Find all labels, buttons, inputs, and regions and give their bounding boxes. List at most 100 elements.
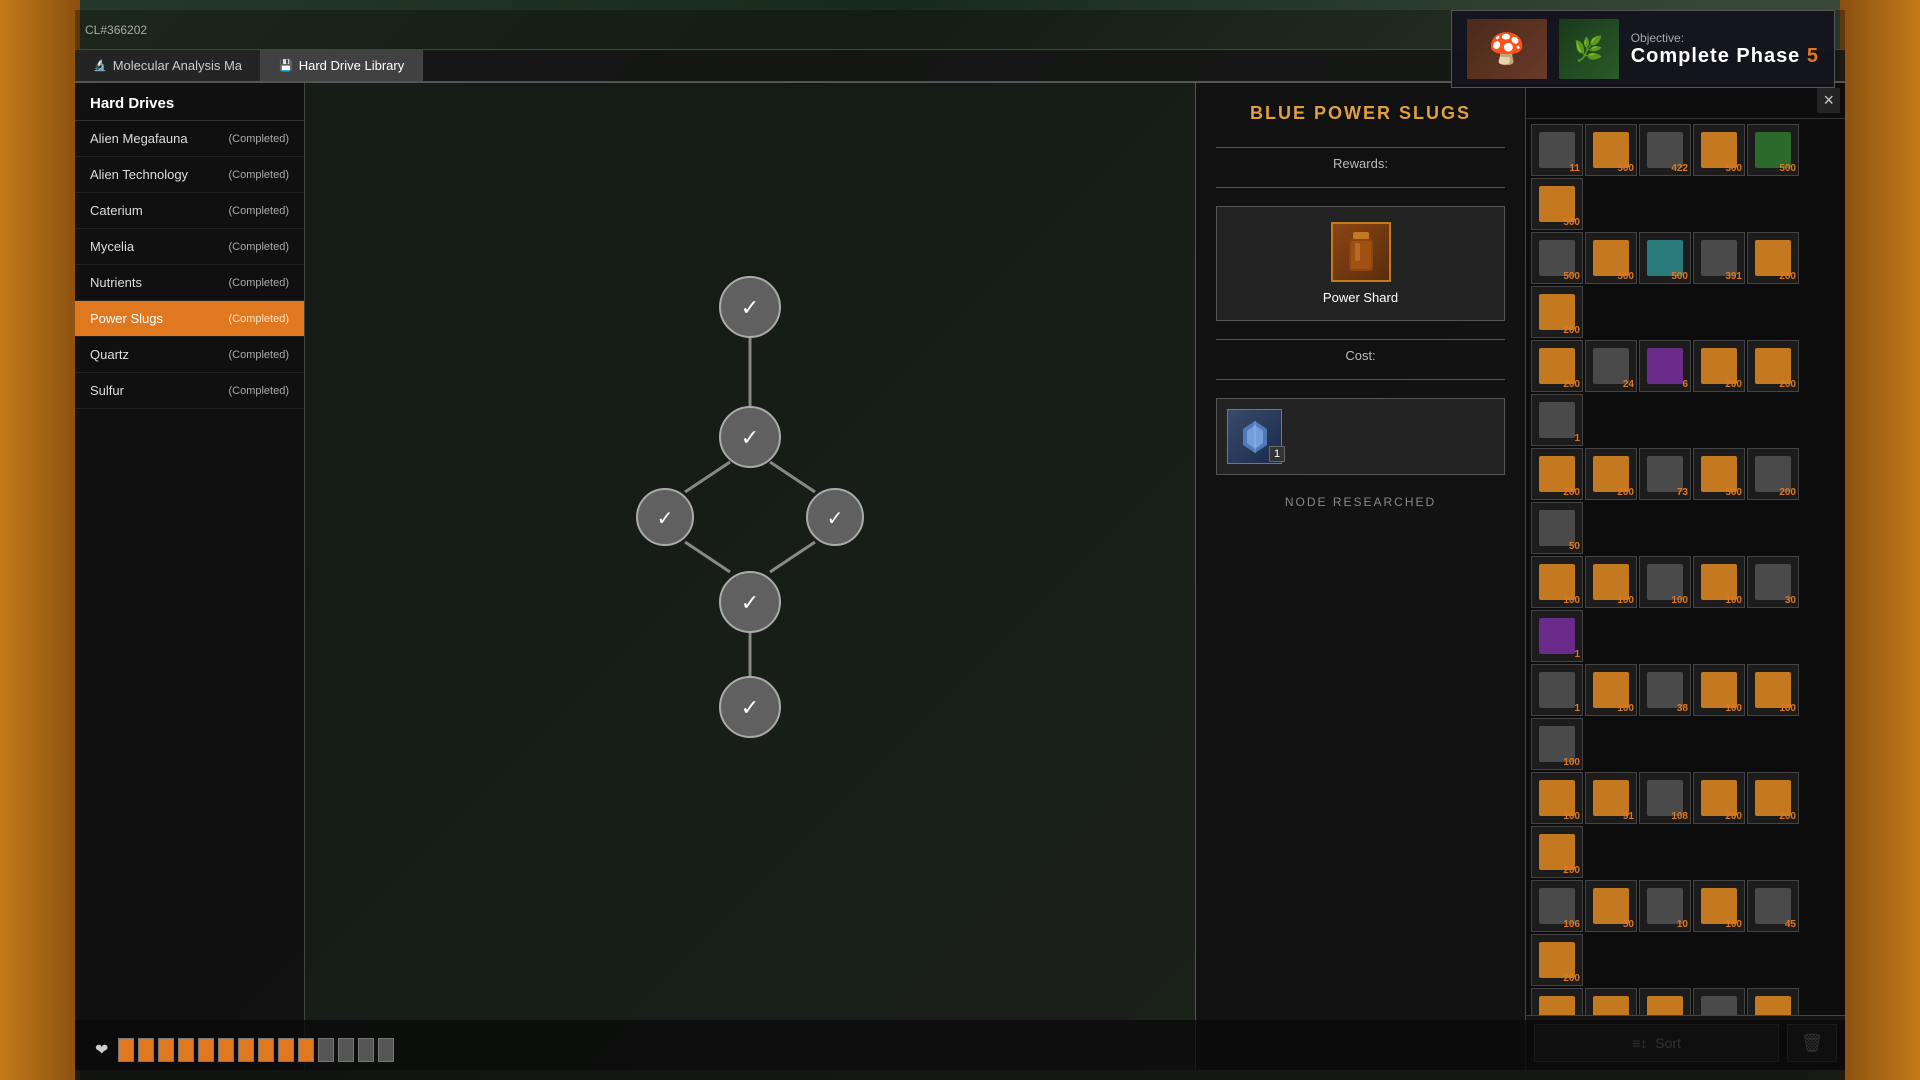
inventory-slot[interactable]: 200	[1531, 826, 1583, 878]
hud-bar	[238, 1038, 254, 1062]
hud-heart-icon: ❤	[95, 1040, 108, 1060]
inventory-slot[interactable]: 38	[1639, 664, 1691, 716]
inventory-slot[interactable]: 30	[1747, 556, 1799, 608]
sidebar-item-mycelia[interactable]: Mycelia (Completed)	[75, 229, 304, 265]
inventory-slot[interactable]: 106	[1531, 880, 1583, 932]
item-count: 45	[1785, 919, 1796, 930]
inventory-slot[interactable]: 500	[1585, 232, 1637, 284]
inventory-slot[interactable]: 1	[1531, 664, 1583, 716]
inventory-slot[interactable]: 200	[1693, 340, 1745, 392]
inventory-slot[interactable]: 200	[1585, 988, 1637, 1015]
inventory-slot[interactable]: 100	[1531, 718, 1583, 770]
cost-crystal-icon	[1237, 419, 1273, 455]
close-button[interactable]: ×	[1817, 88, 1840, 113]
inventory-slot[interactable]: 200	[1531, 286, 1583, 338]
sidebar-item-power-slugs[interactable]: Power Slugs (Completed)	[75, 301, 304, 337]
inventory-slot[interactable]: 391	[1693, 232, 1745, 284]
item-count: 106	[1563, 919, 1580, 930]
item-count: 200	[1563, 487, 1580, 498]
inventory-slot[interactable]: 100	[1693, 556, 1745, 608]
inventory-slot[interactable]: 100	[1747, 664, 1799, 716]
item-icon-bg	[1593, 996, 1629, 1015]
inventory-slot[interactable]: 6	[1639, 340, 1691, 392]
inventory-slot[interactable]: 100	[1693, 880, 1745, 932]
inventory-slot[interactable]: 200	[1747, 772, 1799, 824]
inventory-slot[interactable]: 91	[1585, 772, 1637, 824]
item-count: 38	[1677, 703, 1688, 714]
item-icon-bg	[1755, 996, 1791, 1015]
inventory-slot[interactable]: 45	[1747, 880, 1799, 932]
sidebar-item-alien-technology[interactable]: Alien Technology (Completed)	[75, 157, 304, 193]
power-shard-icon	[1341, 227, 1381, 277]
inventory-slot[interactable]: 100	[1585, 664, 1637, 716]
tab-molecular[interactable]: 🔬 Molecular Analysis Ma	[75, 50, 261, 81]
item-count: 200	[1563, 379, 1580, 390]
inventory-slot[interactable]: 200	[1585, 448, 1637, 500]
sidebar-item-caterium[interactable]: Caterium (Completed)	[75, 193, 304, 229]
sidebar-label-alien-megafauna: Alien Megafauna	[90, 131, 188, 146]
sidebar-label-alien-technology: Alien Technology	[90, 167, 188, 182]
inventory-slot[interactable]: 200	[1531, 448, 1583, 500]
sidebar-item-quartz[interactable]: Quartz (Completed)	[75, 337, 304, 373]
hud-bar	[218, 1038, 234, 1062]
inventory-slot[interactable]: 500	[1693, 448, 1745, 500]
item-count: 100	[1725, 919, 1742, 930]
inventory-slot[interactable]: 100	[1693, 988, 1745, 1015]
inventory-slot[interactable]: 500	[1585, 124, 1637, 176]
inventory-slot[interactable]: 1	[1531, 610, 1583, 662]
sidebar-item-nutrients[interactable]: Nutrients (Completed)	[75, 265, 304, 301]
inventory-slot[interactable]: 500	[1531, 232, 1583, 284]
inventory-slot[interactable]: 73	[1639, 448, 1691, 500]
sidebar-label-mycelia: Mycelia	[90, 239, 134, 254]
inventory-slot[interactable]: 500	[1693, 124, 1745, 176]
inventory-slot[interactable]: 100	[1693, 664, 1745, 716]
hud-bars	[118, 1038, 394, 1062]
sidebar-label-sulfur: Sulfur	[90, 383, 124, 398]
item-count: 73	[1677, 487, 1688, 498]
item-count: 91	[1623, 811, 1634, 822]
inventory-slot[interactable]: 200	[1747, 448, 1799, 500]
item-count: 391	[1725, 271, 1742, 282]
inventory-slot[interactable]: 200	[1531, 340, 1583, 392]
sidebar-label-power-slugs: Power Slugs	[90, 311, 163, 326]
item-count: 500	[1779, 163, 1796, 174]
svg-text:✓: ✓	[741, 590, 759, 615]
inventory-slot[interactable]: 500	[1747, 124, 1799, 176]
sidebar-item-sulfur[interactable]: Sulfur (Completed)	[75, 373, 304, 409]
phase-number: 5	[1807, 45, 1819, 67]
inventory-slot[interactable]: 200	[1531, 934, 1583, 986]
inventory-slot[interactable]: 500	[1639, 232, 1691, 284]
phase-objective: Objective:	[1631, 31, 1819, 45]
inventory-slot[interactable]: 108	[1639, 772, 1691, 824]
inventory-slot[interactable]: 50	[1531, 502, 1583, 554]
inventory-slot[interactable]: 200	[1639, 988, 1691, 1015]
inventory-slot[interactable]: 200	[1747, 340, 1799, 392]
inventory-slot[interactable]: 100	[1747, 988, 1799, 1015]
tab-hard-drive[interactable]: 💾 Hard Drive Library	[261, 50, 423, 81]
inventory-slot[interactable]: 200	[1693, 772, 1745, 824]
inventory-slot[interactable]: 422	[1639, 124, 1691, 176]
inventory-slot[interactable]: 100	[1639, 556, 1691, 608]
inventory-slot[interactable]: 100	[1531, 556, 1583, 608]
hud-bar	[198, 1038, 214, 1062]
inventory-slot[interactable]: 100	[1531, 772, 1583, 824]
divider-4	[1216, 379, 1505, 380]
inventory-slot[interactable]: 50	[1585, 880, 1637, 932]
item-count: 200	[1779, 487, 1796, 498]
item-icon-bg	[1539, 996, 1575, 1015]
inventory-slot[interactable]: 10	[1639, 880, 1691, 932]
phase-text: Objective: Complete Phase 5	[1631, 31, 1819, 68]
inventory-slot[interactable]: 500	[1531, 178, 1583, 230]
sidebar-item-alien-megafauna[interactable]: Alien Megafauna (Completed)	[75, 121, 304, 157]
inventory-slot[interactable]: 11	[1531, 124, 1583, 176]
inventory-slot[interactable]: 24	[1585, 340, 1637, 392]
inventory-slot[interactable]: 1	[1531, 394, 1583, 446]
inventory-slot[interactable]: 100	[1585, 556, 1637, 608]
inventory-slot[interactable]: 200	[1531, 988, 1583, 1015]
inventory-row: 106 5010 100 45 200	[1530, 879, 1841, 987]
item-count: 500	[1563, 271, 1580, 282]
inventory-slot[interactable]: 200	[1747, 232, 1799, 284]
tab-icon-hard-drive: 💾	[279, 59, 293, 72]
bottom-hud: ❤	[75, 1020, 1845, 1080]
rewards-label: Rewards:	[1216, 156, 1505, 171]
